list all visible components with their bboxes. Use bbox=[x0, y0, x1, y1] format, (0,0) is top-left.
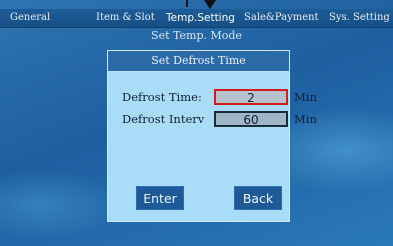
back-button[interactable]: Back bbox=[234, 186, 282, 210]
page-subtitle: Set Temp. Mode bbox=[151, 29, 242, 42]
defrost-time-label: Defrost Time: bbox=[122, 90, 202, 104]
defrost-time-field[interactable]: 2 bbox=[214, 89, 288, 105]
tab-sys-setting[interactable]: Sys. Setting bbox=[329, 9, 390, 27]
defrost-dialog: Set Defrost Time Defrost Time: 2 Min Def… bbox=[107, 50, 317, 222]
pointer-marker bbox=[186, 0, 188, 7]
tab-bar: General Item & Slot Temp.Setting Sale&Pa… bbox=[0, 9, 393, 28]
tab-item-slot[interactable]: Item & Slot bbox=[96, 9, 155, 27]
defrost-interval-label: Defrost Interv bbox=[122, 112, 205, 126]
dialog-title: Set Defrost Time bbox=[108, 51, 289, 72]
tab-temp-setting[interactable]: Temp.Setting bbox=[166, 9, 235, 27]
tab-sale-payment[interactable]: Sale&Payment bbox=[244, 9, 319, 27]
defrost-interval-unit: Min bbox=[294, 112, 317, 126]
defrost-time-unit: Min bbox=[294, 90, 317, 104]
defrost-interval-field[interactable]: 60 bbox=[214, 111, 288, 127]
pointer-arrow-icon bbox=[204, 0, 216, 9]
tab-general[interactable]: General bbox=[10, 9, 50, 27]
screen-background: General Item & Slot Temp.Setting Sale&Pa… bbox=[0, 0, 393, 246]
enter-button[interactable]: Enter bbox=[136, 186, 184, 210]
